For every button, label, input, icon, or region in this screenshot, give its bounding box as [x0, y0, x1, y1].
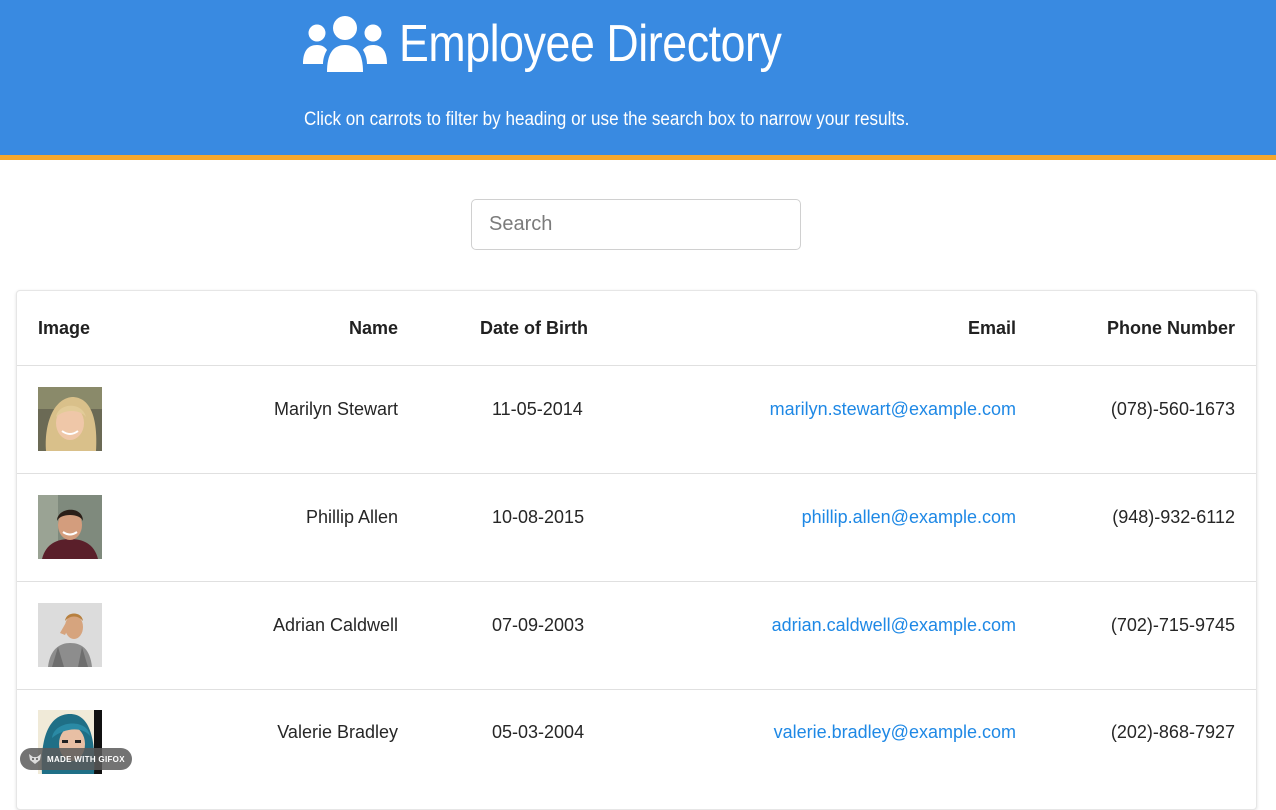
gifox-label: MADE WITH GIFOX [47, 754, 125, 764]
brand: Employee Directory [303, 8, 844, 80]
employee-name: Valerie Bradley [277, 722, 398, 742]
table-row: Valerie Bradley 05-03-2004 valerie.bradl… [17, 690, 1256, 798]
column-header-name[interactable]: Name [349, 318, 398, 339]
page-header: Employee Directory Click on carrots to f… [0, 0, 1276, 160]
table-row: Marilyn Stewart 11-05-2014 marilyn.stewa… [17, 366, 1256, 474]
page-subtitle: Click on carrots to filter by heading or… [304, 109, 910, 130]
search-input[interactable] [471, 199, 801, 250]
column-header-dob[interactable]: Date of Birth [480, 318, 588, 339]
table-row: Adrian Caldwell 07-09-2003 adrian.caldwe… [17, 582, 1256, 690]
page-title: Employee Directory [399, 15, 782, 73]
employee-name: Phillip Allen [305, 507, 398, 527]
employee-dob: 05-03-2004 [492, 722, 585, 742]
table-header-row: Image Name Date of Birth Email Phone Num… [17, 291, 1256, 366]
employee-phone: (948)-932-6112 [1112, 507, 1235, 527]
employee-email-link[interactable]: valerie.bradley@example.com [774, 722, 1016, 743]
employee-photo [38, 603, 102, 667]
employee-dob: 10-08-2015 [492, 507, 585, 527]
employee-email-link[interactable]: phillip.allen@example.com [802, 507, 1016, 528]
employee-table: Image Name Date of Birth Email Phone Num… [16, 290, 1257, 810]
employee-dob: 07-09-2003 [492, 615, 585, 635]
employee-phone: (202)-868-7927 [1110, 722, 1235, 742]
column-header-image[interactable]: Image [38, 318, 90, 339]
employee-phone: (078)-560-1673 [1110, 399, 1235, 419]
column-header-email[interactable]: Email [968, 318, 1016, 339]
table-row: Phillip Allen 10-08-2015 phillip.allen@e… [17, 474, 1256, 582]
gifox-watermark: MADE WITH GIFOX [20, 748, 132, 770]
employee-email-link[interactable]: adrian.caldwell@example.com [772, 615, 1016, 636]
employee-name: Adrian Caldwell [272, 615, 398, 635]
employee-photo [38, 495, 102, 559]
users-icon [303, 16, 387, 72]
gifox-fox-icon [29, 754, 41, 764]
employee-name: Marilyn Stewart [273, 399, 398, 419]
employee-dob: 11-05-2014 [492, 399, 583, 419]
employee-phone: (702)-715-9745 [1110, 615, 1235, 635]
column-header-phone[interactable]: Phone Number [1107, 318, 1235, 339]
employee-email-link[interactable]: marilyn.stewart@example.com [770, 399, 1016, 420]
employee-photo [38, 387, 102, 451]
